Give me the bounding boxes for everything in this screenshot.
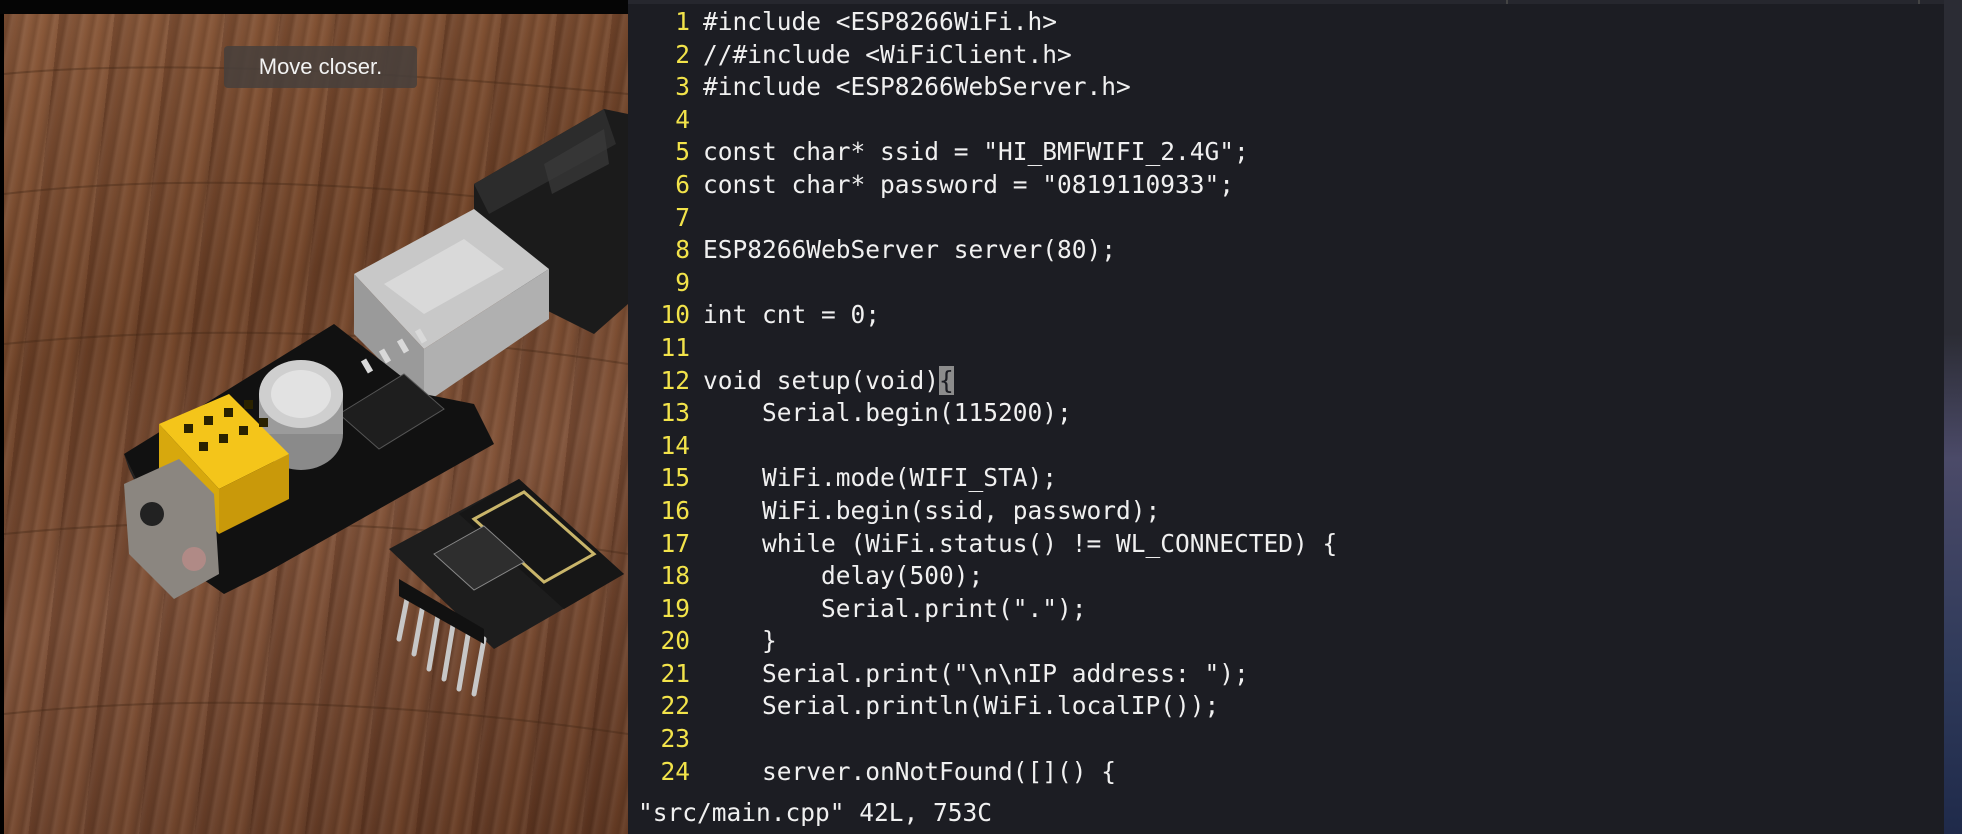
line-number: 22 [660,691,690,721]
line-number: 5 [675,137,690,167]
desktop-edge [1944,0,1962,834]
line-number: 15 [660,463,690,493]
code-text[interactable]: const char* ssid = "HI_BMFWIFI_2.4G"; [703,136,1249,169]
code-text[interactable]: WiFi.begin(ssid, password); [703,495,1160,528]
code-content[interactable]: ESP8266WebServer server(80); [703,235,1116,264]
line-number: 8 [675,235,690,265]
code-text[interactable]: #include <ESP8266WebServer.h> [703,71,1131,104]
code-content[interactable]: Serial.println(WiFi.localIP()); [703,691,1219,720]
code-line[interactable]: 17 while (WiFi.status() != WL_CONNECTED)… [628,528,1928,561]
code-content[interactable]: WiFi.mode(WIFI_STA); [703,463,1057,492]
code-line[interactable]: 21 Serial.print("\n\nIP address: "); [628,658,1928,691]
code-content[interactable]: while (WiFi.status() != WL_CONNECTED) { [703,529,1337,558]
code-content[interactable]: //#include <WiFiClient.h> [703,40,1072,69]
code-content[interactable]: delay(500); [703,561,983,590]
code-content[interactable]: Serial.print("."); [703,594,1087,623]
line-number: 4 [675,104,690,134]
editor-status-line: "src/main.cpp" 42L, 753C [638,798,993,827]
code-line[interactable]: 16 WiFi.begin(ssid, password); [628,495,1928,528]
code-line[interactable]: 14 [628,430,1928,463]
code-line[interactable]: 9 [628,267,1928,300]
code-text[interactable]: Serial.println(WiFi.localIP()); [703,690,1219,723]
code-line[interactable]: 11 [628,332,1928,365]
code-text[interactable]: server.onNotFound([]() { [703,756,1116,789]
code-content[interactable]: Serial.print("\n\nIP address: "); [703,659,1249,688]
code-text[interactable]: //#include <WiFiClient.h> [703,39,1072,72]
line-number: 9 [675,267,690,297]
line-number: 18 [660,561,690,591]
code-content[interactable]: #include <ESP8266WebServer.h> [703,72,1131,101]
line-number: 24 [660,756,690,786]
code-line[interactable]: 6 const char* password = "0819110933"; [628,169,1928,202]
code-line[interactable]: 4 [628,104,1928,137]
line-number: 20 [660,626,690,656]
code-content[interactable]: void setup(void) [703,366,939,395]
code-line[interactable]: 7 [628,202,1928,235]
code-line[interactable]: 5 const char* ssid = "HI_BMFWIFI_2.4G"; [628,136,1928,169]
line-number: 7 [675,202,690,232]
line-number: 21 [660,658,690,688]
code-line[interactable]: 20 } [628,625,1928,658]
code-content[interactable]: int cnt = 0; [703,300,880,329]
code-text[interactable]: delay(500); [703,560,983,593]
line-number: 1 [675,7,690,36]
camera-top-bar [0,0,628,14]
code-line[interactable]: 22 Serial.println(WiFi.localIP()); [628,690,1928,723]
code-line[interactable]: 2 //#include <WiFiClient.h> [628,39,1928,72]
line-number: 12 [660,365,690,395]
code-content[interactable]: Serial.begin(115200); [703,398,1072,427]
text-cursor: { [939,365,954,395]
line-number: 19 [660,593,690,623]
code-text[interactable]: while (WiFi.status() != WL_CONNECTED) { [703,528,1337,561]
code-text[interactable]: WiFi.mode(WIFI_STA); [703,462,1057,495]
line-number: 14 [660,430,690,460]
code-content[interactable]: const char* password = "0819110933"; [703,170,1234,199]
code-editor[interactable]: 1 #include <ESP8266WiFi.h> 2 //#include <Wi… [628,0,1962,834]
code-line[interactable]: 15 WiFi.mode(WIFI_STA); [628,462,1928,495]
line-number: 11 [660,332,690,362]
line-number: 10 [660,300,690,330]
line-number: 2 [675,39,690,69]
code-line[interactable]: 18 delay(500); [628,560,1928,593]
line-number: 16 [660,495,690,525]
line-number: 13 [660,398,690,428]
code-text[interactable]: void setup(void){ [703,365,954,398]
code-text[interactable]: const char* password = "0819110933"; [703,169,1234,202]
code-content[interactable]: #include <ESP8266WiFi.h> [703,7,1057,36]
code-text[interactable]: Serial.print("."); [703,593,1087,626]
code-line[interactable]: 10 int cnt = 0; [628,299,1928,332]
code-line[interactable]: 13 Serial.begin(115200); [628,397,1928,430]
code-text[interactable]: } [703,625,777,658]
code-area[interactable]: 1 #include <ESP8266WiFi.h> 2 //#include <Wi… [628,6,1928,788]
code-line[interactable]: 19 Serial.print("."); [628,593,1928,626]
code-content[interactable]: } [703,626,777,655]
esp8266-photo-illustration [4,66,628,735]
line-number: 3 [675,72,690,102]
code-line[interactable]: 24 server.onNotFound([]() { [628,756,1928,789]
esp01-module [389,479,624,697]
code-text[interactable]: Serial.begin(115200); [703,397,1072,430]
code-text[interactable]: #include <ESP8266WiFi.h> [703,6,1057,39]
code-line[interactable]: 12 void setup(void){ [628,365,1928,398]
camera-view: Move closer. [0,0,628,834]
code-line[interactable]: 1 #include <ESP8266WiFi.h> [628,6,1928,39]
line-number: 23 [660,724,690,754]
line-number: 17 [660,528,690,558]
code-content[interactable]: WiFi.begin(ssid, password); [703,496,1160,525]
code-content[interactable]: const char* ssid = "HI_BMFWIFI_2.4G"; [703,137,1249,166]
code-text[interactable]: Serial.print("\n\nIP address: "); [703,658,1249,691]
code-content[interactable]: server.onNotFound([]() { [703,757,1116,786]
code-line[interactable]: 8 ESP8266WebServer server(80); [628,234,1928,267]
editor-top-border [628,0,1962,4]
code-text[interactable]: ESP8266WebServer server(80); [703,234,1116,267]
camera-photo: Move closer. [4,14,628,834]
line-number: 6 [675,169,690,199]
code-line[interactable]: 3 #include <ESP8266WebServer.h> [628,71,1928,104]
code-line[interactable]: 23 [628,723,1928,756]
camera-hint-toast: Move closer. [224,46,417,88]
code-text[interactable]: int cnt = 0; [703,299,880,332]
